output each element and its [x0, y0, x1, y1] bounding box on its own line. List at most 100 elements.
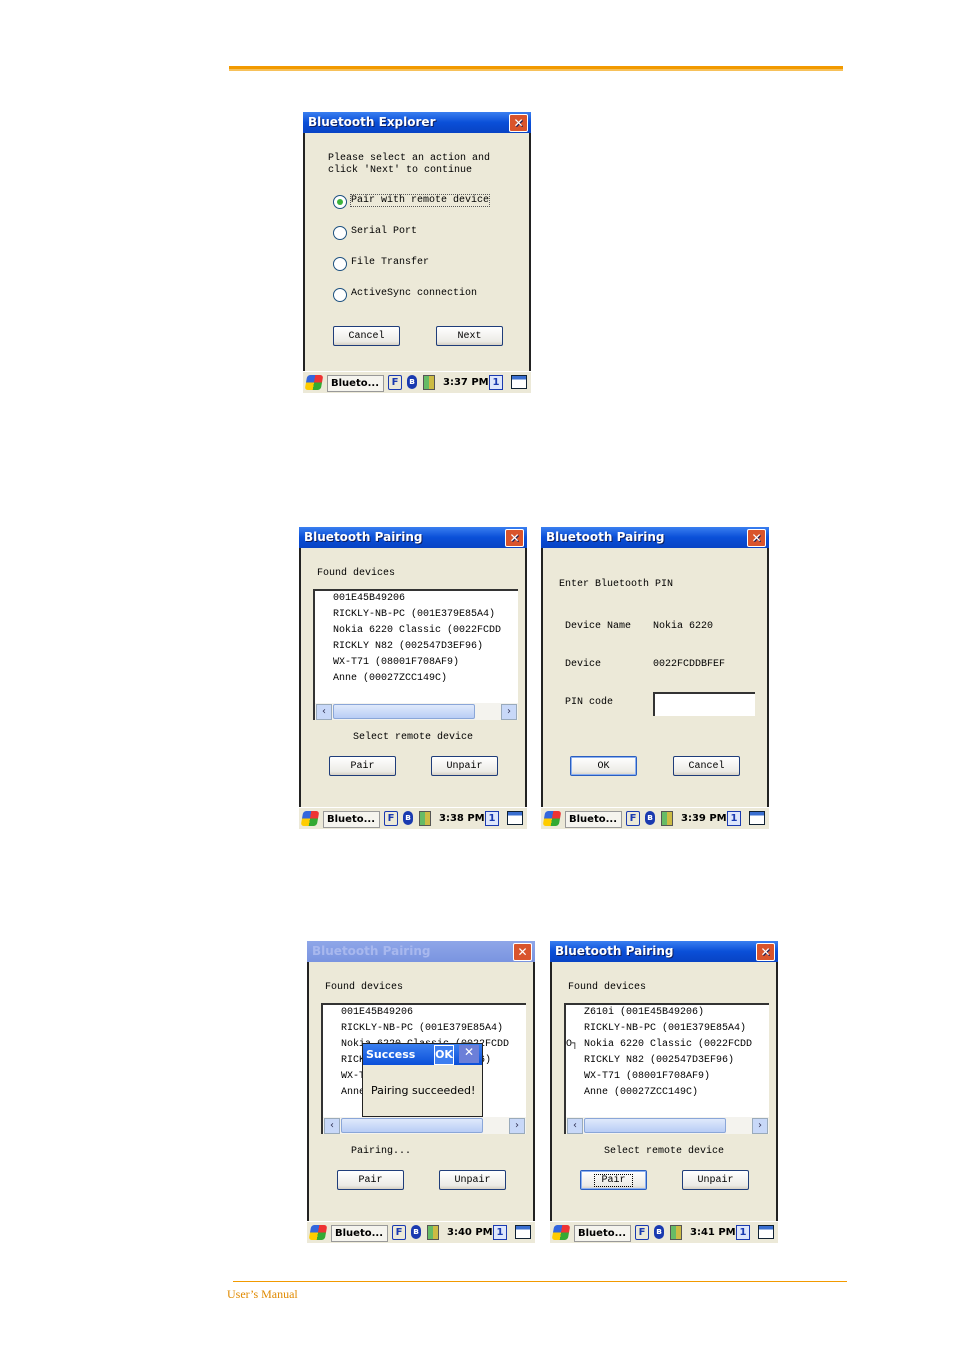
start-button-icon[interactable]	[304, 375, 324, 390]
horizontal-scrollbar[interactable]: ‹ ›	[323, 1117, 526, 1134]
battery-icon[interactable]	[661, 811, 673, 826]
close-button[interactable]: ✕	[747, 529, 766, 547]
desktop-number-icon[interactable]: 1	[485, 811, 499, 826]
radio-option[interactable]	[333, 257, 347, 271]
input-method-icon[interactable]: F	[635, 1225, 649, 1240]
device-list-item[interactable]: Z610i (001E45B49206)	[584, 1007, 704, 1018]
cancel-button-label: Cancel	[348, 331, 385, 342]
device-list-item[interactable]: Anne (00027ZCC149C)	[584, 1087, 698, 1098]
radio-label[interactable]: File Transfer	[351, 257, 429, 268]
device-list-item[interactable]: RICKLY-NB-PC (001E379E85A4)	[584, 1023, 746, 1034]
taskbar-app-button[interactable]: Blueto...	[574, 1225, 631, 1242]
device-list-item[interactable]: 001E45B49206	[341, 1007, 413, 1018]
show-desktop-icon[interactable]	[515, 1225, 531, 1239]
footer-text: User’s Manual	[227, 1287, 298, 1301]
start-button-icon[interactable]	[551, 1225, 571, 1240]
taskbar-app-button[interactable]: Blueto...	[565, 811, 622, 828]
bluetooth-icon[interactable]: ʙ	[654, 1225, 664, 1239]
unpair-button[interactable]: Unpair	[682, 1170, 749, 1190]
desktop-number-icon[interactable]: 1	[489, 375, 503, 390]
desktop-number-icon[interactable]: 1	[727, 811, 741, 826]
dialog-window: Bluetooth Pairing ✕ Found devices Z610i (00…	[550, 941, 778, 1243]
input-method-icon[interactable]: F	[392, 1225, 406, 1240]
taskbar: Blueto... Fʙ 3:38 PM 1	[299, 807, 527, 829]
close-button[interactable]: ✕	[509, 114, 528, 132]
scroll-left-arrow[interactable]: ‹	[324, 1118, 340, 1134]
scroll-thumb[interactable]	[333, 704, 475, 719]
popup-message: Pairing succeeded!	[371, 1084, 476, 1097]
radio-label[interactable]: Serial Port	[351, 226, 417, 237]
pair-button[interactable]: Pair	[337, 1170, 404, 1190]
unpair-button-label: Unpair	[446, 761, 483, 772]
taskbar-app-button[interactable]: Blueto...	[331, 1225, 388, 1242]
horizontal-scrollbar[interactable]: ‹ ›	[315, 703, 518, 720]
device-list-item[interactable]: RICKLY-NB-PC (001E379E85A4)	[341, 1023, 503, 1034]
pair-button[interactable]: Pair	[329, 756, 396, 776]
device-list[interactable]: Z610i (001E45B49206) RICKLY-NB-PC (001E37…	[564, 1003, 769, 1134]
device-list-item[interactable]: Nokia 6220 Classic (0022FCDD	[584, 1039, 752, 1050]
pair-button[interactable]: Pair	[580, 1170, 647, 1190]
close-button[interactable]: ✕	[513, 943, 532, 961]
show-desktop-icon[interactable]	[507, 811, 523, 825]
scroll-right-arrow[interactable]: ›	[501, 704, 517, 720]
popup-ok-button[interactable]: OK	[434, 1045, 454, 1065]
bluetooth-icon[interactable]: ʙ	[645, 811, 655, 825]
device-list-item[interactable]: 001E45B49206	[333, 593, 405, 604]
radio-option[interactable]	[333, 288, 347, 302]
scroll-left-arrow[interactable]: ‹	[567, 1118, 583, 1134]
battery-icon[interactable]	[423, 375, 435, 390]
taskbar: Blueto... Fʙ 3:37 PM 1	[303, 371, 531, 393]
show-desktop-icon[interactable]	[749, 811, 765, 825]
scroll-right-arrow[interactable]: ›	[752, 1118, 768, 1134]
radio-option[interactable]	[333, 226, 347, 240]
cancel-button[interactable]: Cancel	[333, 326, 400, 346]
device-list-item[interactable]: RICKLY-NB-PC (001E379E85A4)	[333, 609, 495, 620]
scroll-thumb[interactable]	[341, 1118, 483, 1133]
ok-button[interactable]: OK	[570, 756, 637, 776]
window-title: Bluetooth Pairing	[546, 530, 665, 544]
start-button-icon[interactable]	[542, 811, 562, 826]
device-address-value: 0022FCDDBFEF	[653, 659, 726, 670]
bluetooth-icon[interactable]: ʙ	[407, 375, 417, 389]
radio-label[interactable]: Pair with remote device	[349, 194, 491, 207]
input-method-icon[interactable]: F	[384, 811, 398, 826]
bluetooth-icon[interactable]: ʙ	[411, 1225, 421, 1239]
close-button[interactable]: ✕	[756, 943, 775, 961]
device-list-item[interactable]: Anne (00027ZCC149C)	[333, 673, 447, 684]
horizontal-scrollbar[interactable]: ‹ ›	[566, 1117, 769, 1134]
input-method-icon[interactable]: F	[626, 811, 640, 826]
device-list[interactable]: 001E45B49206 RICKLY-NB-PC (001E379E85A4) N…	[313, 589, 518, 720]
taskbar-app-button[interactable]: Blueto...	[327, 375, 384, 392]
unpair-button[interactable]: Unpair	[439, 1170, 506, 1190]
device-list-item[interactable]: RICKLY N82 (002547D3EF96)	[333, 641, 483, 652]
show-desktop-icon[interactable]	[511, 375, 527, 389]
battery-icon[interactable]	[427, 1225, 439, 1240]
start-button-icon[interactable]	[308, 1225, 328, 1240]
desktop-number-icon[interactable]: 1	[736, 1225, 750, 1240]
device-list-item[interactable]: WX-T71 (08001F708AF9)	[333, 657, 459, 668]
taskbar-app-button[interactable]: Blueto...	[323, 811, 380, 828]
radio-label[interactable]: ActiveSync connection	[351, 288, 477, 299]
device-list-item[interactable]: RICKLY N82 (002547D3EF96)	[584, 1055, 734, 1066]
pin-code-input[interactable]	[653, 692, 755, 716]
device-list-item[interactable]: WX-T71 (08001F708AF9)	[584, 1071, 710, 1082]
radio-option[interactable]	[333, 195, 347, 209]
show-desktop-icon[interactable]	[758, 1225, 774, 1239]
scroll-right-arrow[interactable]: ›	[509, 1118, 525, 1134]
popup-close-button[interactable]: ✕	[459, 1045, 479, 1063]
unpair-button[interactable]: Unpair	[431, 756, 498, 776]
cancel-button[interactable]: Cancel	[673, 756, 740, 776]
next-button[interactable]: Next	[436, 326, 503, 346]
scroll-left-arrow[interactable]: ‹	[316, 704, 332, 720]
close-button[interactable]: ✕	[505, 529, 524, 547]
scroll-thumb[interactable]	[584, 1118, 726, 1133]
desktop-number-icon[interactable]: 1	[493, 1225, 507, 1240]
device-list-item[interactable]: Nokia 6220 Classic (0022FCDD	[333, 625, 501, 636]
battery-icon[interactable]	[670, 1225, 682, 1240]
start-button-icon[interactable]	[300, 811, 320, 826]
clock-text: 3:41 PM	[690, 1227, 736, 1238]
next-button-label: Next	[457, 331, 482, 342]
bluetooth-icon[interactable]: ʙ	[403, 811, 413, 825]
input-method-icon[interactable]: F	[388, 375, 402, 390]
battery-icon[interactable]	[419, 811, 431, 826]
